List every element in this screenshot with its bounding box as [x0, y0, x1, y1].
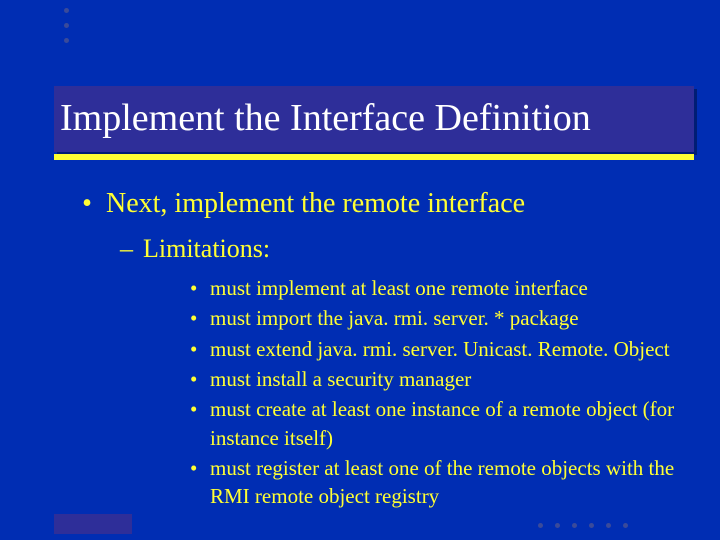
dash-icon: –: [120, 234, 133, 264]
list-item: • must implement at least one remote int…: [190, 274, 690, 302]
title-underline: [54, 154, 694, 160]
list-item-text: must register at least one of the remote…: [210, 454, 690, 511]
bullet-dot-icon: •: [190, 335, 200, 363]
level1-text: Next, implement the remote interface: [106, 188, 525, 220]
decorative-dots-bottom-right: [538, 523, 628, 528]
content-area: • Next, implement the remote interface –…: [80, 188, 690, 513]
list-item: • must extend java. rmi. server. Unicast…: [190, 335, 690, 363]
list-item: • must install a security manager: [190, 365, 690, 393]
bullet-disc-icon: •: [80, 188, 94, 220]
list-item: • must create at least one instance of a…: [190, 395, 690, 452]
bullet-dot-icon: •: [190, 274, 200, 302]
bullet-dot-icon: •: [190, 395, 200, 452]
level1-item: • Next, implement the remote interface: [80, 188, 690, 220]
slide-title: Implement the Interface Definition: [54, 99, 591, 139]
bullet-dot-icon: •: [190, 454, 200, 511]
list-item-text: must create at least one instance of a r…: [210, 395, 690, 452]
decorative-bar-bottom-left: [54, 514, 132, 534]
list-item: • must register at least one of the remo…: [190, 454, 690, 511]
list-item-text: must import the java. rmi. server. * pac…: [210, 304, 579, 332]
title-band: Implement the Interface Definition: [54, 86, 694, 152]
list-item-text: must install a security manager: [210, 365, 471, 393]
bullet-dot-icon: •: [190, 304, 200, 332]
list-item-text: must implement at least one remote inter…: [210, 274, 588, 302]
list-item: • must import the java. rmi. server. * p…: [190, 304, 690, 332]
level2-text: Limitations:: [143, 234, 270, 264]
decorative-dots-top-left: [64, 8, 69, 43]
list-item-text: must extend java. rmi. server. Unicast. …: [210, 335, 670, 363]
bullet-dot-icon: •: [190, 365, 200, 393]
level2-item: – Limitations:: [120, 234, 690, 264]
level3-list: • must implement at least one remote int…: [190, 274, 690, 511]
